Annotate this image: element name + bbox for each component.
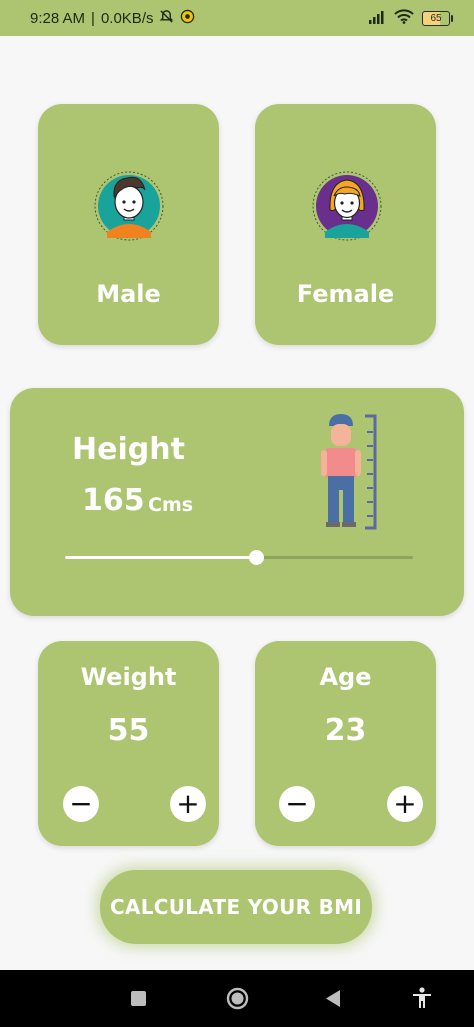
female-card[interactable]: Female (255, 104, 436, 345)
signal-icon (368, 10, 386, 28)
age-increment-button[interactable]: + (387, 786, 423, 822)
recents-icon[interactable] (131, 991, 146, 1006)
status-separator: | (91, 10, 95, 27)
age-decrement-button[interactable]: − (279, 786, 315, 822)
weight-increment-button[interactable]: + (170, 786, 206, 822)
back-icon[interactable] (326, 990, 341, 1007)
status-network-speed: 0.0KB/s (100, 10, 154, 27)
age-title: Age (319, 663, 372, 691)
female-label: Female (296, 280, 395, 308)
battery-icon: 65 (422, 11, 453, 26)
accessibility-icon[interactable] (412, 987, 432, 1009)
height-title: Height (72, 432, 185, 467)
calculate-bmi-button[interactable]: CALCULATE YOUR BMI (100, 870, 372, 944)
app-notification-icon (180, 9, 195, 28)
height-unit: Cms (148, 494, 194, 516)
height-measure-icon (321, 414, 377, 530)
navigation-bar (0, 970, 474, 1027)
height-value: 165 (82, 483, 145, 518)
height-card: Height 165 Cms (10, 388, 464, 616)
weight-decrement-button[interactable]: − (63, 786, 99, 822)
status-time: 9:28 AM (30, 10, 86, 27)
height-slider-thumb[interactable] (248, 550, 264, 565)
weight-title: Weight (80, 663, 177, 691)
age-value: 23 (324, 713, 367, 748)
age-card: Age 23 − + (255, 641, 436, 846)
weight-card: Weight 55 − + (38, 641, 219, 846)
height-slider[interactable] (65, 548, 413, 568)
male-label: Male (96, 280, 161, 308)
male-card[interactable]: Male (38, 104, 219, 345)
status-bar: 9:28 AM | 0.0KB/s 65 (0, 0, 474, 36)
bell-muted-icon (159, 9, 174, 28)
home-icon[interactable] (226, 987, 249, 1010)
wifi-icon (394, 9, 414, 28)
female-avatar-icon (312, 171, 382, 241)
weight-value: 55 (107, 713, 150, 748)
height-slider-active (65, 556, 256, 559)
male-avatar-icon (94, 171, 164, 241)
